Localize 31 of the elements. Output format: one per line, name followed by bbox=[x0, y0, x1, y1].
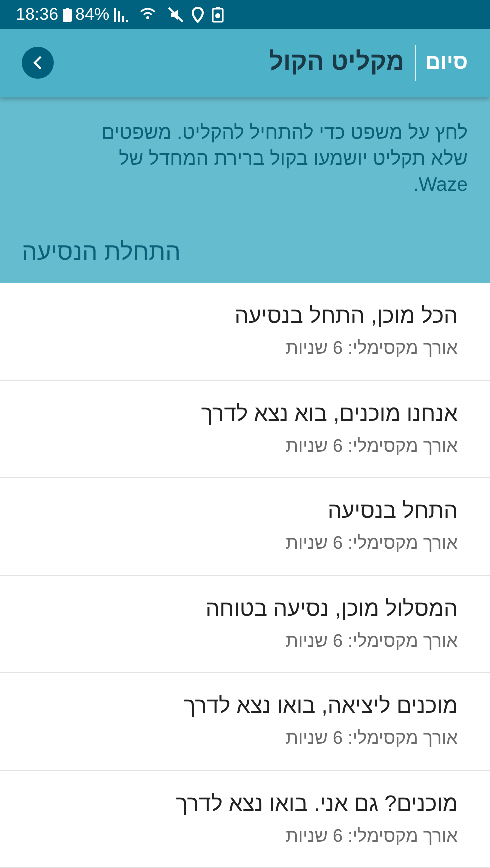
mute-icon bbox=[168, 6, 184, 22]
wifi-icon bbox=[140, 8, 156, 22]
sentence-item[interactable]: המסלול מוכן, נסיעה בטוחה אורך מקסימלי: 6 שניות bbox=[0, 576, 490, 673]
sentence-item[interactable]: הכל מוכן, התחל בנסיעה אורך מקסימלי: 6 שניות bbox=[0, 283, 490, 380]
back-button[interactable] bbox=[22, 47, 54, 80]
max-length-text: אורך מקסימלי: 6 שניות bbox=[285, 727, 458, 750]
max-length-text: אורך מקסימלי: 6 שניות bbox=[285, 337, 458, 360]
battery-saver-icon bbox=[212, 6, 224, 22]
description-text: לחץ על משפט כדי להתחיל להקליט. משפטים שלא תקליט יושמעו בקול ברירת המחדל של Waze. bbox=[100, 121, 469, 198]
max-length-text: אורך מקסימלי: 6 שניות bbox=[285, 630, 458, 653]
status-time: 18:36 bbox=[16, 4, 59, 26]
sentence-title: המסלול מוכן, נסיעה בטוחה bbox=[204, 594, 458, 623]
sentence-title: מוכנים? גם אני. בואו נצא לדרך bbox=[175, 790, 458, 818]
battery-percent: 84% bbox=[76, 4, 110, 26]
page-title: מקליט הקול bbox=[269, 47, 405, 78]
section-header: התחלת הנסיעה bbox=[22, 239, 181, 266]
max-length-text: אורך מקסימלי: 6 שניות bbox=[285, 434, 458, 458]
max-length-text: אורך מקסימלי: 6 שניות bbox=[285, 532, 458, 556]
location-icon bbox=[192, 6, 204, 22]
sentence-title: מוכנים ליציאה, בואו נצא לדרך bbox=[183, 692, 458, 720]
sentence-item[interactable]: אנחנו מוכנים, בוא נצא לדרך אורך מקסימלי: 6 שניות bbox=[0, 380, 490, 478]
signal-icon bbox=[114, 8, 130, 22]
sentence-title: התחל בנסיעה bbox=[326, 497, 458, 526]
sentence-title: הכל מוכן, התחל בנסיעה bbox=[234, 302, 458, 330]
battery-icon bbox=[62, 8, 72, 22]
sentence-item[interactable]: התחל בנסיעה אורך מקסימלי: 6 שניות bbox=[0, 478, 490, 576]
max-length-text: אורך מקסימלי: 6 שניות bbox=[285, 824, 458, 848]
sentence-item[interactable]: מוכנים ליציאה, בואו נצא לדרך אורך מקסימלי: 6 שניות bbox=[0, 673, 490, 770]
chevron-icon bbox=[32, 55, 44, 72]
sentence-title: אנחנו מוכנים, בוא נצא לדרך bbox=[200, 400, 458, 428]
sentence-item[interactable]: מוכנים? גם אני. בואו נצא לדרך אורך מקסימלי: 6 שניות bbox=[0, 770, 490, 868]
